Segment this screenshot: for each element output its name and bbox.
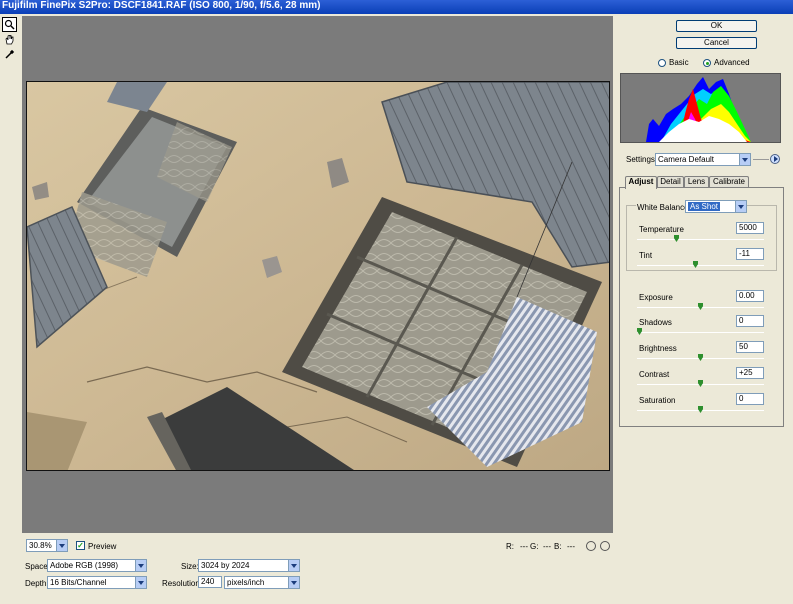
exposure-label: Exposure: [639, 293, 673, 302]
slider-thumb-icon[interactable]: [698, 303, 703, 310]
saturation-input[interactable]: 0: [736, 393, 764, 405]
chevron-down-icon: [735, 201, 746, 212]
contrast-slider[interactable]: [637, 380, 764, 388]
resolution-input[interactable]: 240: [198, 576, 222, 588]
settings-label: Settings:: [626, 155, 658, 164]
basic-mode-radio[interactable]: Basic: [658, 58, 689, 67]
settings-divider: [753, 159, 769, 160]
r-label: R:: [506, 542, 514, 551]
chevron-down-icon: [56, 540, 67, 551]
preview-label: Preview: [88, 542, 117, 551]
contrast-label: Contrast: [639, 370, 670, 379]
brightness-input[interactable]: 50: [736, 341, 764, 353]
slider-thumb-icon[interactable]: [698, 380, 703, 387]
temperature-slider[interactable]: [637, 235, 764, 243]
contrast-input[interactable]: +25: [736, 367, 764, 379]
toolbox: [2, 17, 18, 62]
cancel-button[interactable]: Cancel: [676, 37, 757, 49]
eyedropper-tool-icon[interactable]: [2, 47, 17, 62]
ok-button[interactable]: OK: [676, 20, 757, 32]
hand-tool-icon[interactable]: [2, 32, 17, 47]
slider-thumb-icon[interactable]: [674, 235, 679, 242]
slider-thumb-icon[interactable]: [637, 328, 642, 335]
saturation-label: Saturation: [639, 396, 676, 405]
shadows-slider[interactable]: [637, 328, 764, 336]
settings-value: Camera Default: [658, 155, 715, 164]
size-select[interactable]: 3024 by 2024: [198, 559, 300, 572]
b-value: ---: [567, 542, 575, 551]
resolution-unit-select[interactable]: pixels/inch: [224, 576, 300, 589]
b-label: B:: [554, 542, 562, 551]
histogram: [620, 73, 781, 143]
preview-image: [26, 81, 610, 471]
size-label: Size:: [181, 562, 199, 571]
zoom-tool-icon[interactable]: [2, 17, 17, 32]
advanced-mode-radio[interactable]: Advanced: [703, 58, 750, 67]
space-value: Adobe RGB (1998): [50, 561, 119, 570]
rotate-right-icon[interactable]: [600, 541, 610, 551]
tint-input[interactable]: -11: [736, 248, 764, 260]
white-balance-select[interactable]: As Shot: [685, 200, 747, 213]
depth-select[interactable]: 16 Bits/Channel: [47, 576, 147, 589]
radio-button-selected-icon: [703, 58, 711, 67]
tab-adjust[interactable]: Adjust: [625, 176, 657, 189]
depth-value: 16 Bits/Channel: [50, 578, 107, 587]
temperature-input[interactable]: 5000: [736, 222, 764, 234]
slider-thumb-icon[interactable]: [698, 406, 703, 413]
advanced-mode-label: Advanced: [714, 58, 750, 67]
white-balance-label: White Balance:: [636, 203, 692, 212]
slider-thumb-icon[interactable]: [698, 354, 703, 361]
r-value: ---: [520, 542, 528, 551]
temperature-label: Temperature: [639, 225, 684, 234]
preview-checkbox[interactable]: ✓: [76, 541, 85, 550]
chevron-down-icon: [135, 560, 146, 571]
settings-select[interactable]: Camera Default: [655, 153, 751, 166]
g-label: G:: [530, 542, 539, 551]
preview-canvas[interactable]: [22, 16, 613, 533]
slider-thumb-icon[interactable]: [693, 261, 698, 268]
tint-label: Tint: [639, 251, 653, 260]
size-value: 3024 by 2024: [201, 561, 250, 570]
shadows-input[interactable]: 0: [736, 315, 764, 327]
radio-button-icon: [658, 58, 666, 67]
resolution-label: Resolution:: [162, 579, 203, 588]
settings-menu-arrow-icon[interactable]: [770, 154, 780, 164]
exposure-input[interactable]: 0.00: [736, 290, 764, 302]
chevron-down-icon: [135, 577, 146, 588]
chevron-down-icon: [739, 154, 750, 165]
brightness-label: Brightness: [639, 344, 677, 353]
chevron-down-icon: [288, 577, 299, 588]
zoom-select[interactable]: 30.8%: [26, 539, 68, 552]
white-balance-value: As Shot: [688, 202, 721, 211]
rotate-left-icon[interactable]: [586, 541, 596, 551]
space-select[interactable]: Adobe RGB (1998): [47, 559, 147, 572]
resolution-unit-value: pixels/inch: [227, 578, 265, 587]
saturation-slider[interactable]: [637, 406, 764, 414]
shadows-label: Shadows: [639, 318, 672, 327]
exposure-slider[interactable]: [637, 303, 764, 311]
basic-mode-label: Basic: [669, 58, 689, 67]
zoom-value: 30.8%: [29, 541, 52, 550]
brightness-slider[interactable]: [637, 354, 764, 362]
g-value: ---: [543, 542, 551, 551]
depth-label: Depth:: [25, 579, 49, 588]
tint-slider[interactable]: [637, 261, 764, 269]
chevron-down-icon: [288, 560, 299, 571]
window-title: Fujifilm FinePix S2Pro: DSCF1841.RAF (IS…: [0, 0, 793, 14]
